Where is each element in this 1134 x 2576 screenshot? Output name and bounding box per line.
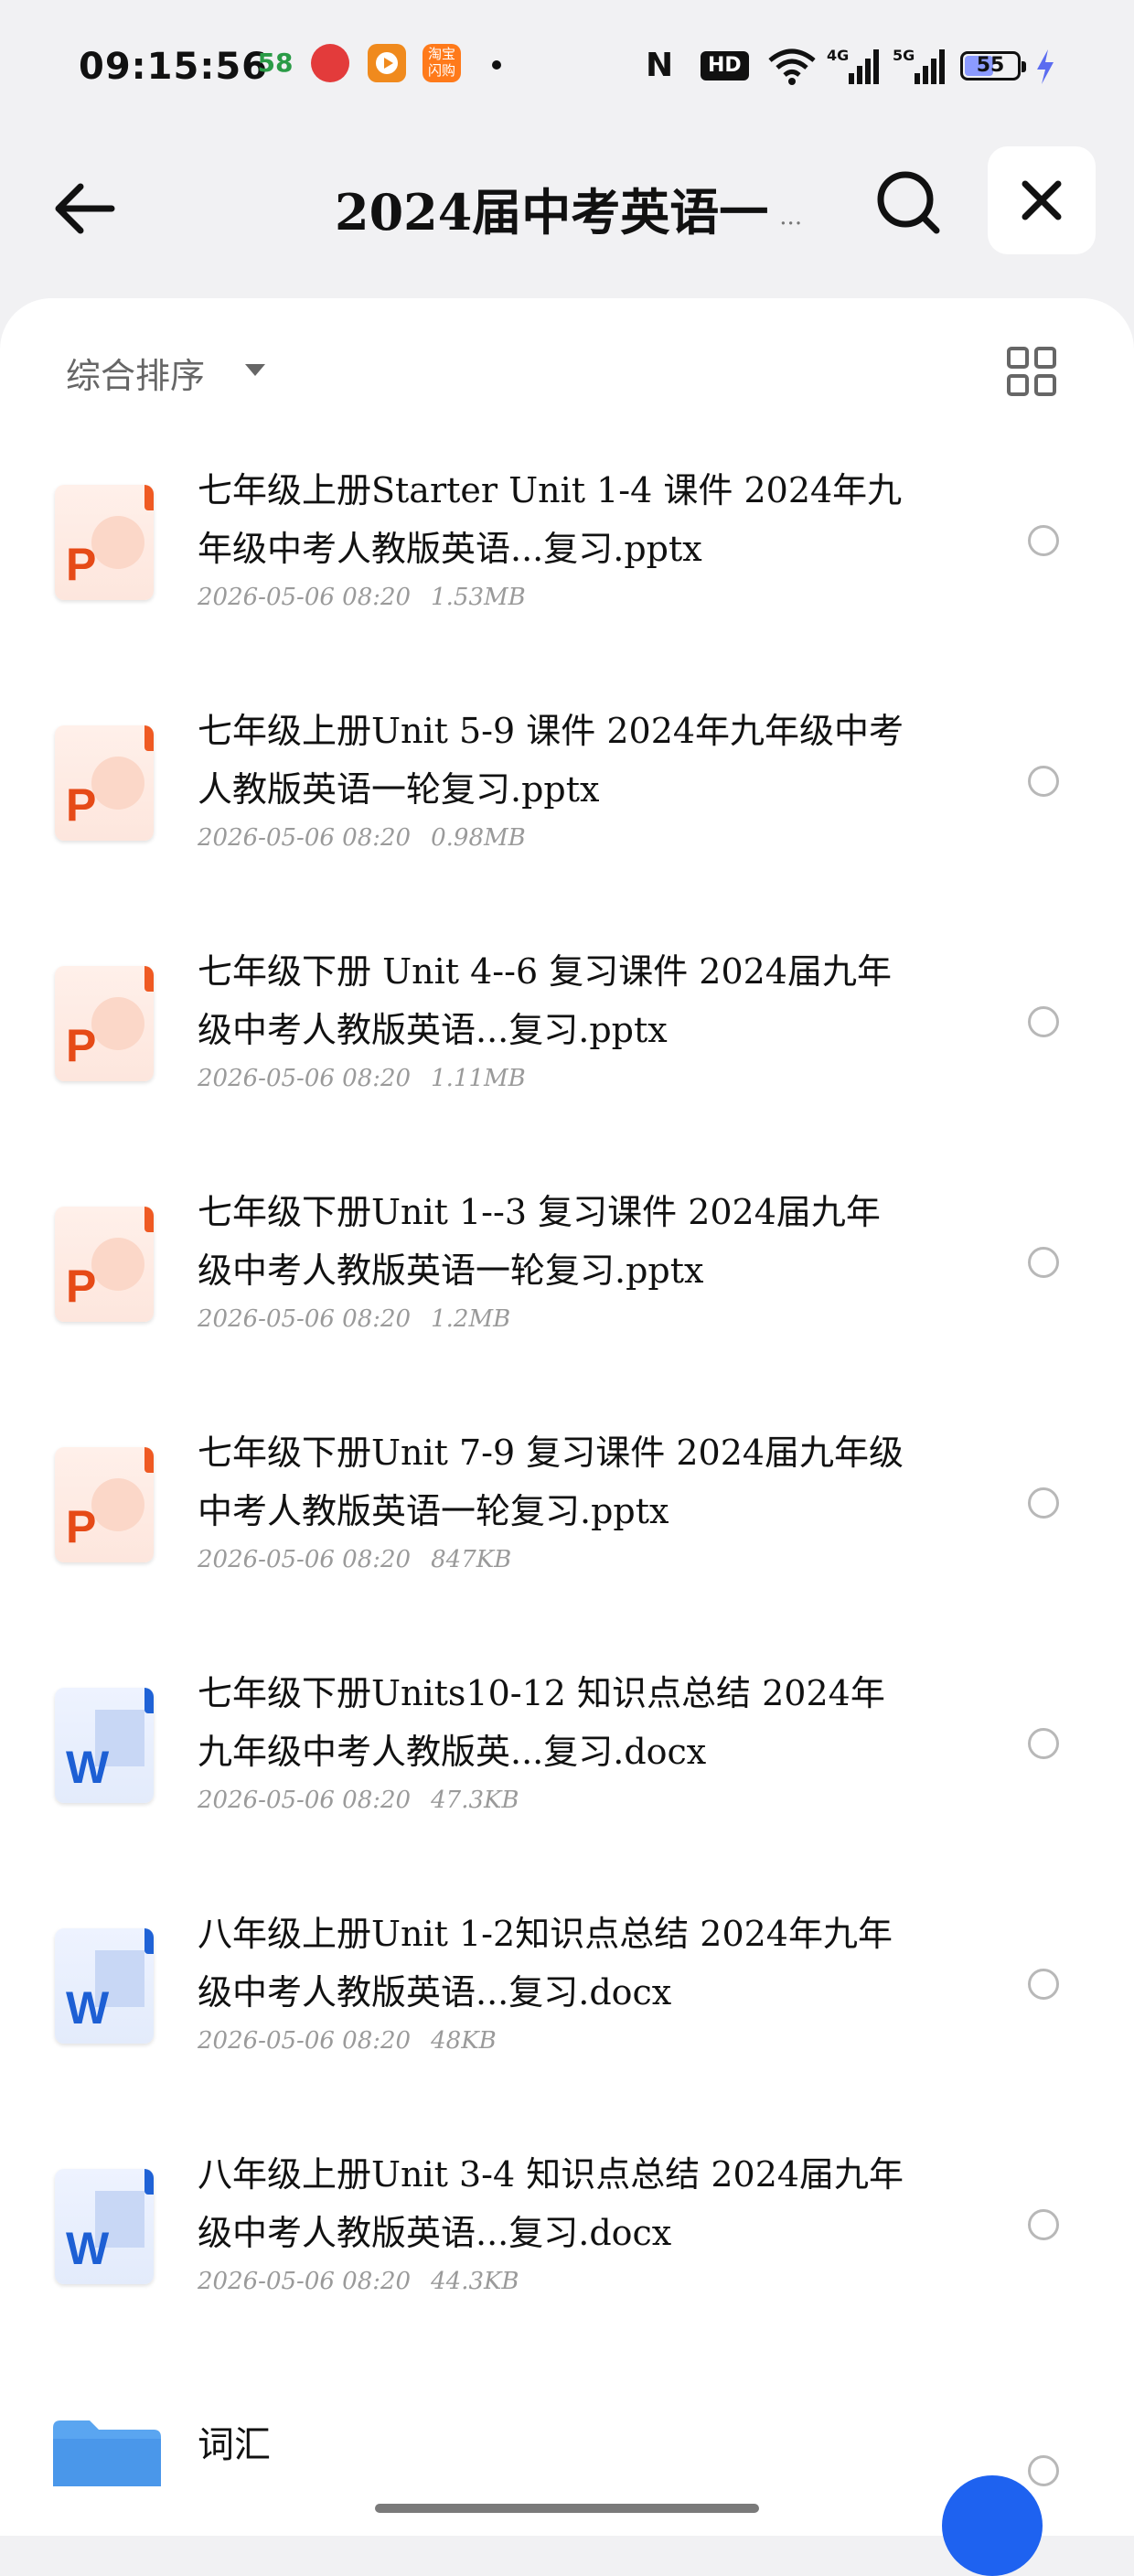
docx-file-icon: W — [55, 1928, 154, 2044]
close-icon — [1022, 180, 1062, 220]
file-date: 2026-05-06 08:20 — [198, 824, 412, 852]
file-date: 2026-05-06 08:20 — [198, 2027, 412, 2055]
select-radio[interactable] — [1028, 1247, 1059, 1278]
folder-name[interactable]: 词汇 — [198, 2415, 271, 2468]
svg-text:5G: 5G — [893, 47, 915, 64]
file-date: 2026-05-06 08:20 — [198, 1546, 412, 1573]
file-list: P 七年级上册Starter Unit 1-4 课件 2024年九年级中考人教版英… — [0, 461, 1134, 2386]
taobao-flash-icon: 淘宝 闪购 — [423, 44, 461, 82]
file-list-item[interactable]: P 七年级下册Unit 1--3 复习课件 2024届九年级中考人教版英语一轮复习… — [0, 1183, 1134, 1423]
signal-5g-icon: 5G — [893, 46, 951, 86]
file-size: 44.3KB — [431, 2268, 519, 2295]
file-name: 八年级上册Unit 1-2知识点总结 2024年九年级中考人教版英语...复习.… — [198, 1914, 893, 2012]
caret-down-icon[interactable] — [245, 364, 265, 376]
file-meta: 2026-05-06 08:20 847KB — [198, 1546, 511, 1573]
clock: 09:15:56 — [79, 46, 268, 88]
notification-app-icon — [311, 44, 349, 82]
select-radio[interactable] — [1028, 1006, 1059, 1037]
file-name: 八年级上册Unit 3-4 知识点总结 2024届九年级中考人教版英语...复习… — [198, 2154, 904, 2253]
file-name: 七年级下册Unit 1--3 复习课件 2024届九年级中考人教版英语一轮复习.… — [198, 1192, 881, 1291]
file-browser-panel: 综合排序 P 七年级上册Starter Unit 1-4 课件 2024年九年级中… — [0, 298, 1134, 2536]
file-date: 2026-05-06 08:20 — [198, 1065, 412, 1092]
file-meta: 2026-05-06 08:20 0.98MB — [198, 824, 526, 852]
top-app-bar: 2024届中考英语一... — [0, 137, 1134, 293]
grid-view-icon[interactable] — [1006, 346, 1057, 397]
battery-icon: 55 — [960, 51, 1026, 80]
file-meta: 2026-05-06 08:20 1.53MB — [198, 584, 526, 611]
status-bar: 09:15:56 58 淘宝 闪购 N HD 4G 5G 55 — [0, 0, 1134, 137]
folder-select-radio[interactable] — [1028, 2455, 1059, 2486]
file-size: 847KB — [431, 1546, 512, 1573]
file-date: 2026-05-06 08:20 — [198, 584, 412, 611]
file-list-item[interactable]: P 七年级下册Unit 7-9 复习课件 2024届九年级中考人教版英语一轮复习.… — [0, 1423, 1134, 1664]
signal-4g-icon: 4G — [827, 46, 885, 86]
pptx-file-icon: P — [55, 725, 154, 841]
file-name: 七年级上册Unit 5-9 课件 2024年九年级中考人教版英语一轮复习.ppt… — [198, 711, 904, 810]
select-radio[interactable] — [1028, 766, 1059, 797]
sort-dropdown[interactable]: 综合排序 — [66, 348, 205, 398]
video-app-icon — [368, 44, 406, 82]
file-list-item[interactable]: P 七年级上册Unit 5-9 课件 2024年九年级中考人教版英语一轮复习.pp… — [0, 702, 1134, 942]
select-radio[interactable] — [1028, 525, 1059, 556]
home-indicator[interactable] — [375, 2504, 759, 2513]
select-radio[interactable] — [1028, 1728, 1059, 1759]
svg-text:4G: 4G — [827, 47, 849, 64]
file-meta: 2026-05-06 08:20 1.11MB — [198, 1065, 526, 1092]
file-size: 48KB — [431, 2027, 497, 2055]
wifi-icon — [766, 46, 818, 86]
page-title: 2024届中考英语一... — [335, 183, 803, 242]
pptx-file-icon: P — [55, 1207, 154, 1322]
docx-file-icon: W — [55, 2169, 154, 2284]
pptx-file-icon: P — [55, 1447, 154, 1562]
charging-bolt-icon — [1033, 46, 1057, 86]
select-radio[interactable] — [1028, 2209, 1059, 2240]
file-meta: 2026-05-06 08:20 1.2MB — [198, 1305, 510, 1333]
select-radio[interactable] — [1028, 1487, 1059, 1519]
nfc-icon: N — [646, 47, 674, 84]
folder-icon — [53, 2420, 161, 2490]
file-name: 七年级下册 Unit 4--6 复习课件 2024届九年级中考人教版英语...复… — [198, 951, 892, 1050]
file-size: 47.3KB — [431, 1787, 519, 1814]
file-meta: 2026-05-06 08:20 47.3KB — [198, 1787, 519, 1814]
file-list-item[interactable]: W 七年级下册Units10-12 知识点总结 2024年九年级中考人教版英...… — [0, 1664, 1134, 1905]
file-meta: 2026-05-06 08:20 44.3KB — [198, 2268, 519, 2295]
file-name: 七年级下册Units10-12 知识点总结 2024年九年级中考人教版英...复… — [198, 1673, 885, 1772]
search-icon[interactable] — [871, 165, 947, 242]
app-58-icon: 58 — [257, 48, 294, 78]
file-list-item[interactable]: W 八年级上册Unit 3-4 知识点总结 2024届九年级中考人教版英语...复… — [0, 2145, 1134, 2386]
file-list-item[interactable]: P 七年级上册Starter Unit 1-4 课件 2024年九年级中考人教版英… — [0, 461, 1134, 702]
file-date: 2026-05-06 08:20 — [198, 1305, 412, 1333]
file-size: 1.2MB — [431, 1305, 511, 1333]
docx-file-icon: W — [55, 1688, 154, 1803]
file-name: 七年级上册Starter Unit 1-4 课件 2024年九年级中考人教版英语… — [198, 470, 903, 569]
sort-bar: 综合排序 — [0, 298, 1134, 445]
pptx-file-icon: P — [55, 966, 154, 1081]
file-list-item[interactable]: P 七年级下册 Unit 4--6 复习课件 2024届九年级中考人教版英语...… — [0, 942, 1134, 1183]
file-size: 0.98MB — [431, 824, 526, 852]
file-size: 1.11MB — [431, 1065, 526, 1092]
floating-action-button[interactable] — [942, 2475, 1043, 2576]
hd-icon: HD — [701, 51, 749, 80]
back-arrow-icon[interactable] — [48, 170, 124, 247]
file-list-item[interactable]: W 八年级上册Unit 1-2知识点总结 2024年九年级中考人教版英语...复习… — [0, 1905, 1134, 2145]
file-date: 2026-05-06 08:20 — [198, 1787, 412, 1814]
select-radio[interactable] — [1028, 1969, 1059, 2000]
close-button[interactable] — [988, 146, 1096, 254]
more-notifications-dot — [492, 60, 501, 70]
file-name: 七年级下册Unit 7-9 复习课件 2024届九年级中考人教版英语一轮复习.p… — [198, 1433, 904, 1531]
file-date: 2026-05-06 08:20 — [198, 2268, 412, 2295]
file-size: 1.53MB — [431, 584, 526, 611]
pptx-file-icon: P — [55, 485, 154, 600]
file-meta: 2026-05-06 08:20 48KB — [198, 2027, 497, 2055]
